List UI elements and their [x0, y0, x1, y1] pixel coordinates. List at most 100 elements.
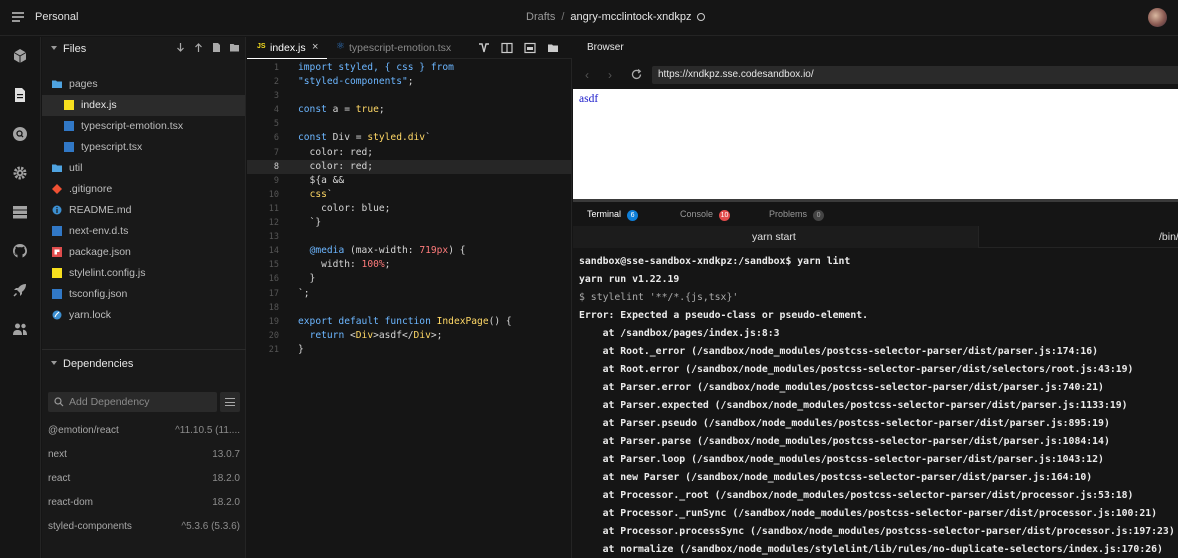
dependencies-title: Dependencies — [63, 358, 134, 370]
tab-label: typescript-emotion.tsx — [349, 42, 452, 54]
breadcrumb: Drafts / angry-mcclintock-xndkpz — [526, 11, 706, 23]
file-tree-label: .gitignore — [69, 183, 113, 195]
back-button[interactable]: ‹ — [585, 68, 589, 82]
close-icon[interactable]: × — [312, 41, 318, 53]
code-line: 1 import styled, { css } from — [247, 61, 572, 75]
browser-navigation: ‹ › — [573, 62, 1178, 88]
breadcrumb-folder[interactable]: Drafts — [526, 11, 555, 23]
file-tree-item[interactable]: util — [42, 158, 245, 179]
terminal-output[interactable]: sandbox@sse-sandbox-xndkpz:/sandbox$ yar… — [579, 253, 1178, 558]
users-icon[interactable] — [12, 321, 28, 337]
js-file-icon — [64, 100, 74, 110]
dependency-menu-button[interactable] — [220, 392, 240, 412]
file-tree-label: index.js — [81, 99, 117, 111]
code-text: ${a && — [298, 174, 345, 186]
code-line: 13 — [247, 230, 572, 244]
line-number: 8 — [273, 161, 279, 172]
file-tree-label: pages — [69, 78, 98, 90]
file-tree-item[interactable]: typescript.tsx — [42, 137, 245, 158]
dependency-search[interactable] — [48, 392, 217, 412]
terminal-line: at Parser.error (/sandbox/node_modules/p… — [579, 382, 1104, 393]
file-tree-item[interactable]: index.js — [42, 95, 245, 116]
dependencies-panel-header[interactable]: Dependencies — [42, 353, 246, 375]
code-line: 9 ${a && — [247, 174, 572, 188]
terminal-line: $ stylelint '**/*.{js,tsx}' — [579, 292, 739, 303]
prettier-icon[interactable] — [478, 42, 490, 54]
file-tree-item[interactable]: typescript-emotion.tsx — [42, 116, 245, 137]
dependency-search-input[interactable] — [69, 395, 209, 409]
new-folder-icon[interactable] — [229, 42, 240, 53]
file-tree-item[interactable]: tsconfig.json — [42, 284, 245, 305]
search-icon[interactable] — [12, 126, 28, 142]
ts-file-icon — [64, 121, 74, 131]
github-icon[interactable] — [12, 243, 28, 259]
dependency-item[interactable]: styled-components ^5.3.6 (5.3.6) — [42, 518, 246, 536]
activity-bar — [0, 37, 41, 558]
dependency-item[interactable]: react-dom 18.2.0 — [42, 494, 246, 512]
file-tree-item[interactable]: package.json — [42, 242, 245, 263]
file-tree-item[interactable]: stylelint.config.js — [42, 263, 245, 284]
cube-icon[interactable] — [12, 48, 28, 64]
code-text: return <Div>asdf</Div>; — [309, 329, 443, 341]
server-icon[interactable] — [12, 204, 28, 220]
file-tree-item[interactable]: yarn.lock — [42, 305, 245, 326]
dependency-name: styled-components — [48, 521, 132, 532]
preview-icon[interactable] — [524, 42, 536, 54]
dependency-item[interactable]: react 18.2.0 — [42, 470, 246, 488]
browser-viewport[interactable]: asdf — [573, 89, 1178, 199]
code-text: import styled, { css } from — [298, 62, 454, 73]
split-view-icon[interactable] — [501, 42, 513, 54]
line-number: 10 — [268, 189, 279, 200]
file-tree-item[interactable]: .gitignore — [42, 179, 245, 200]
terminal-line: yarn run v1.22.19 — [579, 274, 680, 285]
address-bar[interactable] — [652, 66, 1178, 84]
workspace-name[interactable]: Personal — [35, 11, 78, 23]
forward-button[interactable]: › — [608, 68, 612, 82]
react-icon: ⚛ — [336, 41, 345, 52]
reload-icon[interactable] — [630, 68, 643, 81]
menu-icon[interactable] — [12, 12, 24, 22]
terminal-line: at Parser.expected (/sandbox/node_module… — [579, 400, 1128, 411]
tab-problems[interactable]: Problems 0 — [769, 209, 825, 221]
code-text: width: 100%; — [298, 259, 391, 271]
file-icon[interactable] — [12, 87, 28, 103]
folder-icon[interactable] — [547, 42, 559, 54]
subtab-yarn-start[interactable]: yarn start — [573, 226, 979, 248]
tab-terminal[interactable]: Terminal 6 — [587, 209, 639, 221]
problems-count-badge: 0 — [813, 210, 825, 221]
gear-icon[interactable] — [12, 165, 28, 181]
code-line: 7 color: red; — [247, 146, 572, 160]
user-avatar[interactable] — [1148, 8, 1167, 27]
url-input[interactable] — [658, 69, 1158, 80]
sandbox-name[interactable]: angry-mcclintock-xndkpz — [570, 11, 691, 23]
line-number: 16 — [268, 274, 279, 285]
terminal-line: Error: Expected a pseudo-class or pseudo… — [579, 310, 869, 321]
code-area[interactable]: 1 import styled, { css } from 2 "styled-com… — [247, 61, 572, 357]
file-tree-item[interactable]: pages — [42, 74, 245, 95]
new-file-icon[interactable] — [211, 42, 222, 53]
search-icon — [54, 397, 64, 407]
dependency-item[interactable]: @emotion/react ^11.10.5 (11.... — [42, 422, 246, 440]
dependency-item[interactable]: next 13.0.7 — [42, 446, 246, 464]
upload-icon[interactable] — [193, 42, 204, 53]
code-editor: JS index.js × ⚛ typescript-emotion.tsx 1… — [247, 37, 572, 558]
file-tree-item[interactable]: next-env.d.ts — [42, 221, 245, 242]
line-number: 4 — [273, 105, 279, 116]
terminal-line: at Parser.pseudo (/sandbox/node_modules/… — [579, 418, 1110, 429]
line-number: 20 — [268, 330, 279, 341]
files-panel-header[interactable]: Files — [42, 38, 246, 60]
subtab-bin[interactable]: /bin/ — [980, 226, 1178, 248]
dependency-version: 18.2.0 — [212, 473, 240, 484]
tab-index-js[interactable]: JS index.js × — [247, 37, 327, 59]
file-tree-label: tsconfig.json — [69, 288, 128, 300]
sort-down-icon[interactable] — [175, 42, 186, 53]
code-text: color: red; — [298, 146, 374, 158]
ts-file-icon — [52, 226, 62, 236]
tab-console[interactable]: Console 10 — [680, 209, 731, 221]
code-line: 3 — [247, 89, 572, 103]
line-number: 11 — [268, 203, 279, 214]
file-tree-item[interactable]: README.md — [42, 200, 245, 221]
code-line: 14 @media (max-width: 719px) { — [247, 244, 572, 258]
tab-typescript-emotion[interactable]: ⚛ typescript-emotion.tsx — [330, 37, 480, 59]
rocket-icon[interactable] — [12, 282, 28, 298]
